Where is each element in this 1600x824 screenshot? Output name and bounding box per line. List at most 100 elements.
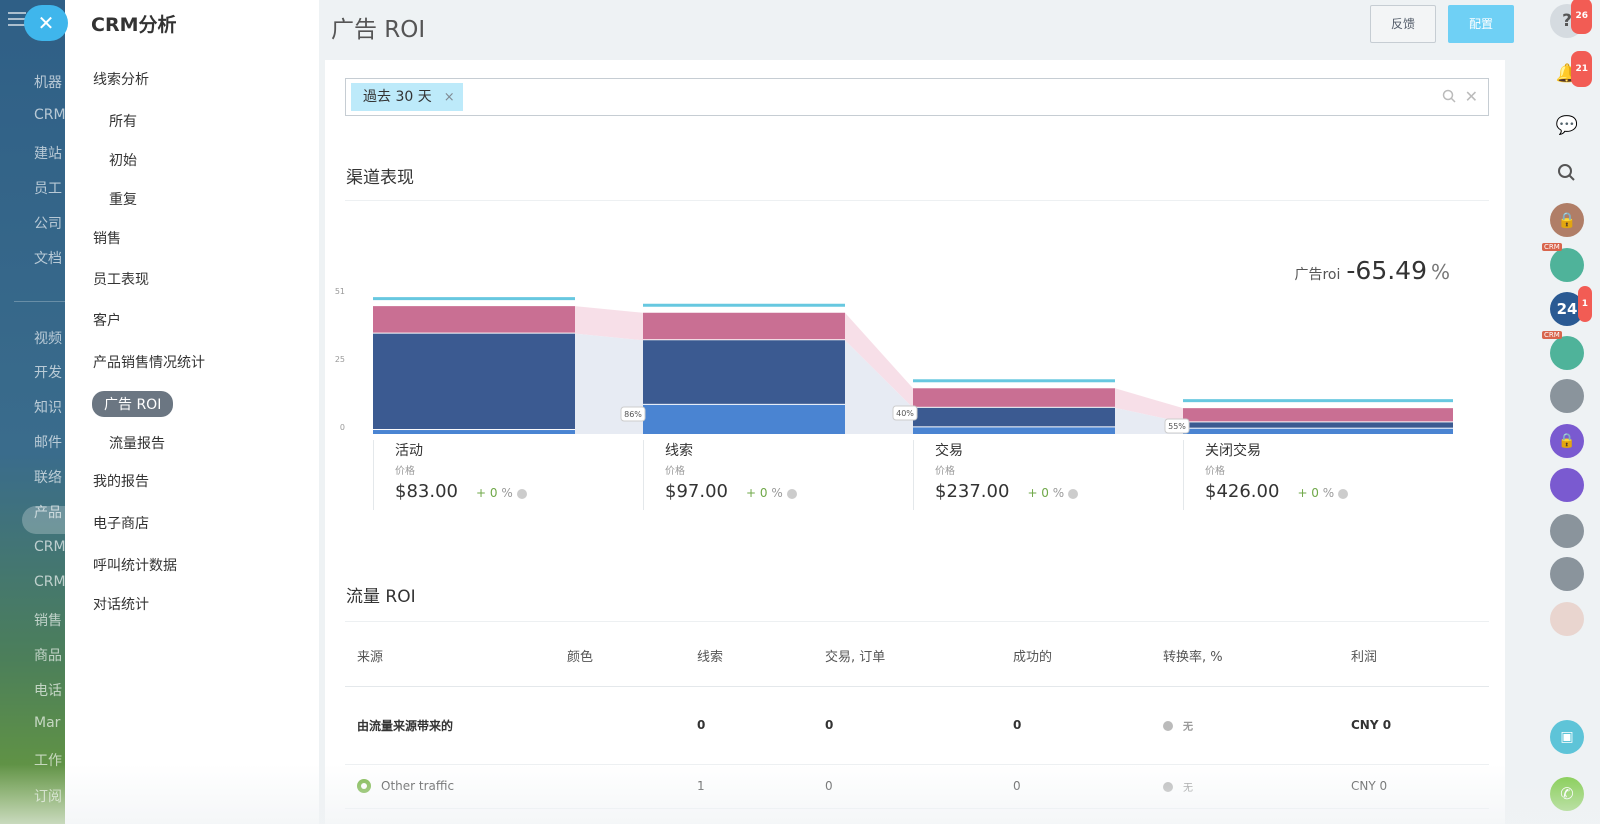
avatar[interactable] (1550, 557, 1584, 591)
chat-icon[interactable]: 💬 (1550, 109, 1584, 143)
app-nav-item[interactable]: 建站 (34, 143, 62, 163)
ad-roi-label: 广告roi (1294, 267, 1341, 283)
menu-item-call-stats[interactable]: 呼叫统计数据 (93, 555, 177, 575)
conversion-label: 55% (1168, 422, 1186, 431)
app-nav-item[interactable]: 销售 (34, 610, 62, 630)
column-header[interactable]: 成功的 (1001, 626, 1151, 687)
menu-item-employee[interactable]: 员工表现 (93, 269, 149, 289)
funnel-bar-segment (373, 333, 575, 430)
app-nav-item[interactable]: 电话 (34, 680, 62, 700)
menu-item-leads[interactable]: 线索分析 (93, 69, 149, 89)
close-panel-button[interactable]: ✕ (24, 5, 68, 41)
avatar[interactable] (1550, 602, 1584, 636)
menu-item-chat-stats[interactable]: 对话统计 (93, 594, 149, 614)
app-nav-item[interactable]: 公司 (34, 213, 62, 233)
funnel-bar-segment (1183, 422, 1453, 428)
channel-section-title: 渠道表现 (346, 168, 414, 188)
feedback-button[interactable]: 反馈 (1370, 5, 1436, 43)
help-icon[interactable]: ? 26 (1550, 0, 1592, 38)
y-tick-label: 51 (335, 287, 345, 296)
bell-icon[interactable]: 🔔 21 (1550, 51, 1592, 91)
search-toolbar-icon[interactable] (1550, 156, 1584, 190)
menu-item-product-stats[interactable]: 产品销售情况统计 (93, 352, 205, 372)
app-nav-item[interactable]: 文档 (34, 248, 62, 268)
section-divider (345, 200, 1489, 201)
stage-amount-row: $97.00 + 0 % (665, 481, 925, 502)
y-tick-label: 0 (340, 423, 345, 432)
column-header[interactable]: 来源 (345, 626, 555, 687)
app-nav-item[interactable]: 机器 (34, 72, 62, 92)
stage-delta: + 0 % (746, 486, 797, 500)
crm-tag: CRM (1542, 331, 1562, 339)
right-toolbar: ? 26 🔔 21 💬 🔒 CRM 24 1 CRM 🔒 ▣ ✆ (1537, 0, 1600, 824)
stage-delta-value: + 0 (745, 486, 768, 500)
info-icon[interactable] (786, 488, 797, 499)
lock-icon[interactable]: 🔒 (1550, 424, 1584, 458)
config-button[interactable]: 配置 (1448, 5, 1514, 43)
app-nav-item[interactable]: 产品 (34, 502, 62, 522)
info-icon[interactable] (1068, 488, 1079, 499)
cell-leads: 0 (685, 686, 813, 765)
menu-item-my-reports[interactable]: 我的报告 (93, 471, 149, 491)
avatar[interactable] (1550, 379, 1584, 413)
table-row[interactable]: Other traffic 1 0 0 无 CNY 0 (345, 764, 1489, 809)
ad-roi-value: -65.49 (1346, 256, 1427, 285)
column-header[interactable]: 线索 (685, 626, 813, 687)
phone-icon[interactable]: ✆ (1550, 777, 1584, 811)
menu-item-customers[interactable]: 客户 (93, 310, 121, 330)
info-icon[interactable] (516, 488, 527, 499)
stage-name: 活动 (395, 443, 423, 459)
filter-tag[interactable]: 過去 30 天 × (351, 83, 463, 111)
section-divider (345, 621, 1489, 622)
cell-deals: 0 (813, 686, 1001, 765)
filter-tag-close-icon[interactable]: × (444, 90, 455, 105)
app-nav-item[interactable]: CRM (34, 107, 66, 123)
search-icon[interactable] (1442, 89, 1456, 103)
cell-rate: 无 (1151, 686, 1339, 765)
menu-item-initial[interactable]: 初始 (109, 150, 137, 170)
funnel-bar-cap (1183, 399, 1453, 403)
column-header[interactable]: 交易, 订单 (813, 626, 1001, 687)
menu-item-repeat[interactable]: 重复 (109, 189, 137, 209)
table-row: 由流量来源带来的 0 0 0 无 CNY 0 (345, 686, 1489, 765)
column-header[interactable]: 利润 (1339, 626, 1489, 687)
app-nav-item[interactable]: Mar (34, 715, 60, 731)
bitrix24-icon[interactable]: 24 1 (1550, 286, 1592, 326)
lock-icon[interactable]: 🔒 (1550, 203, 1584, 237)
app-nav-item[interactable]: CRM (34, 574, 66, 590)
avatar[interactable]: CRM (1542, 331, 1584, 370)
stage-delta-value: + 0 (475, 486, 498, 500)
app-nav-item[interactable]: 订阅 (34, 786, 62, 806)
menu-item-ad-roi[interactable]: 广告 ROI (92, 391, 174, 417)
info-icon[interactable] (1338, 488, 1349, 499)
ad-roi-summary: 广告roi -65.49% (1294, 256, 1450, 285)
menu-item-eshop[interactable]: 电子商店 (93, 513, 149, 533)
app-nav-item[interactable]: CRM (34, 539, 66, 555)
app-nav-item[interactable]: 知识 (34, 397, 62, 417)
column-header[interactable]: 转换率, % (1151, 626, 1339, 687)
app-nav-item[interactable]: 联络 (34, 467, 62, 487)
menu-item-all[interactable]: 所有 (109, 111, 137, 131)
stage-delta: + 0 % (476, 486, 527, 500)
column-header[interactable]: 颜色 (555, 626, 685, 687)
cell-success: 0 (1001, 764, 1151, 809)
cell-leads: 1 (685, 764, 813, 809)
clear-filter-icon[interactable]: ✕ (1465, 87, 1478, 106)
avatar[interactable] (1550, 468, 1584, 502)
app-nav-item[interactable]: 工作 (34, 750, 62, 770)
cell-profit: CNY 0 (1339, 764, 1489, 809)
mobile-app-icon[interactable]: ▣ (1550, 720, 1584, 754)
menu-item-sales[interactable]: 销售 (93, 228, 121, 248)
funnel-stage: 活动 价格 $83.00 + 0 % (395, 440, 655, 502)
app-nav-item[interactable]: 开发 (34, 362, 62, 382)
app-nav-item[interactable]: 邮件 (34, 432, 62, 452)
avatar[interactable]: CRM (1542, 243, 1584, 282)
app-nav-item[interactable]: 视频 (34, 328, 62, 348)
filter-bar[interactable]: 過去 30 天 × ✕ (345, 78, 1489, 116)
menu-item-traffic-report[interactable]: 流量报告 (109, 433, 165, 453)
funnel-bar-segment (1183, 428, 1453, 434)
funnel-bar-segment (643, 312, 845, 340)
avatar[interactable] (1550, 514, 1584, 548)
app-nav-item[interactable]: 商品 (34, 645, 62, 665)
app-nav-item[interactable]: 员工 (34, 178, 62, 198)
